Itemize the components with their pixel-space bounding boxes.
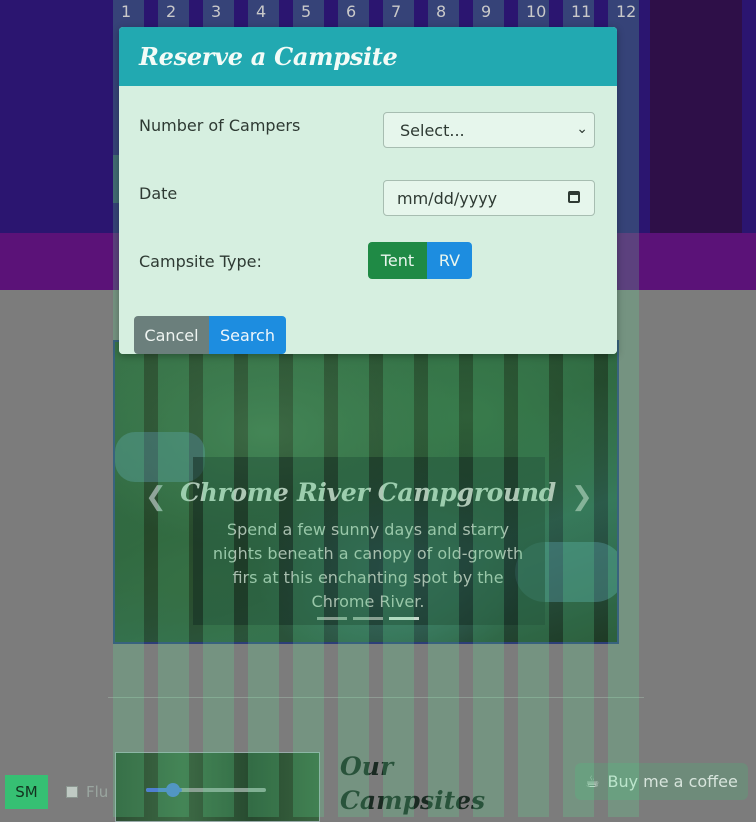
campground-carousel[interactable]: Chrome River Campground Spend a few sunn… (113, 340, 619, 644)
modal-title: Reserve a Campsite (139, 42, 398, 71)
search-button[interactable]: Search (209, 316, 286, 354)
calendar-icon[interactable] (568, 191, 580, 203)
chevron-down-icon: ⌄ (576, 121, 588, 137)
cancel-button[interactable]: Cancel (134, 316, 209, 354)
campers-select[interactable]: Select... ⌄ (383, 112, 595, 148)
carousel-indicator-active[interactable] (389, 617, 419, 620)
hero-side-panel (650, 0, 742, 233)
buy-coffee-label: Buy me a coffee (607, 772, 738, 791)
campers-select-value: Select... (400, 120, 465, 140)
chevron-left-icon[interactable]: ❮ (145, 482, 167, 512)
campers-label: Number of Campers (139, 116, 301, 135)
buy-coffee-button[interactable]: ☕ Buy me a coffee (575, 763, 748, 800)
carousel-caption-text: Spend a few sunny days and starry nights… (212, 520, 524, 611)
tent-button[interactable]: Tent (368, 242, 427, 279)
chevron-right-icon[interactable]: ❯ (571, 482, 593, 512)
width-slider[interactable] (146, 788, 266, 792)
carousel-image-detail (115, 432, 205, 482)
fluid-label: Flu (86, 783, 109, 801)
width-slider-handle[interactable] (166, 783, 180, 797)
modal-footer: Cancel Search (119, 316, 617, 354)
campsite-type-label: Campsite Type: (139, 252, 262, 271)
fluid-checkbox[interactable] (66, 786, 78, 798)
carousel-indicator[interactable] (317, 617, 347, 620)
rv-button[interactable]: RV (427, 242, 472, 279)
carousel-indicators (317, 617, 419, 620)
section-title: Our Campsites (340, 752, 486, 815)
modal-header: Reserve a Campsite (119, 27, 617, 86)
reserve-campsite-modal: Reserve a Campsite Number of Campers Sel… (119, 27, 617, 354)
date-placeholder: mm/dd/yyyy (397, 188, 498, 208)
carousel-caption-title: Chrome River Campground (180, 478, 556, 507)
fluid-toggle[interactable]: Flu (66, 783, 108, 801)
modal-body: Number of Campers Select... ⌄ Date mm/dd… (119, 86, 617, 316)
date-label: Date (139, 184, 178, 203)
carousel-indicator[interactable] (353, 617, 383, 620)
section-divider (108, 697, 644, 698)
date-input[interactable]: mm/dd/yyyy (383, 180, 595, 216)
breakpoint-badge: SM (5, 775, 48, 809)
campsite-type-group: Tent RV (368, 242, 472, 279)
campsite-thumbnail[interactable] (115, 752, 320, 822)
coffee-cup-icon: ☕ (585, 772, 600, 791)
